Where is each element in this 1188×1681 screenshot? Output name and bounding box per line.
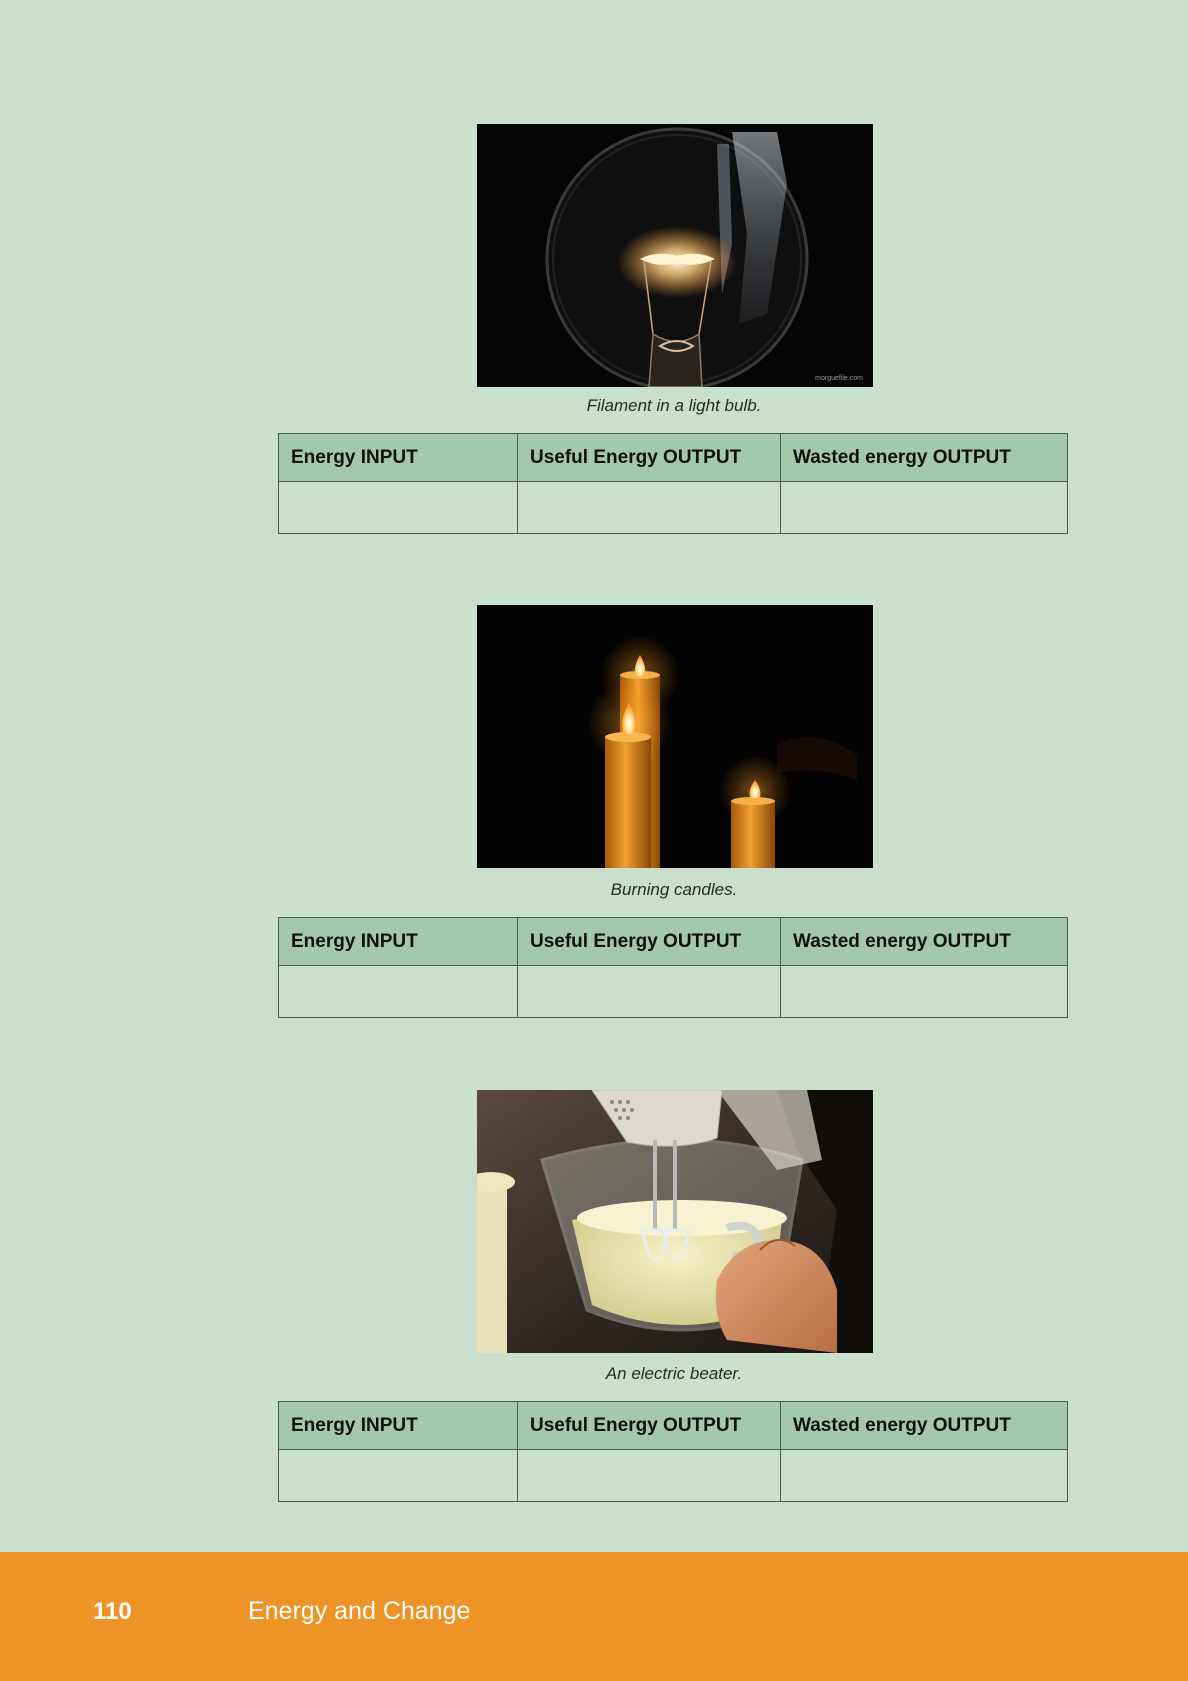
cell-useful-output[interactable]: [517, 1449, 781, 1502]
cell-wasted-output[interactable]: [780, 965, 1068, 1018]
cell-energy-input[interactable]: [278, 481, 518, 534]
table-header-row: Energy INPUT Useful Energy OUTPUT Wasted…: [278, 917, 1068, 966]
header-energy-input: Energy INPUT: [278, 1401, 518, 1450]
cell-energy-input[interactable]: [278, 965, 518, 1018]
table-header-row: Energy INPUT Useful Energy OUTPUT Wasted…: [278, 433, 1068, 482]
table-row: [278, 481, 1068, 534]
header-energy-input: Energy INPUT: [278, 917, 518, 966]
cell-energy-input[interactable]: [278, 1449, 518, 1502]
cell-wasted-output[interactable]: [780, 1449, 1068, 1502]
header-useful-output: Useful Energy OUTPUT: [517, 917, 781, 966]
light-bulb-filament-photo: morguefile.com: [477, 124, 873, 387]
page-footer: 110 Energy and Change: [0, 1552, 1188, 1681]
beater-illustration: [477, 1090, 873, 1353]
header-energy-input: Energy INPUT: [278, 433, 518, 482]
header-wasted-output: Wasted energy OUTPUT: [780, 917, 1068, 966]
image-caption: Burning candles.: [610, 880, 738, 899]
electric-beater-photo: [477, 1090, 873, 1353]
energy-table: Energy INPUT Useful Energy OUTPUT Wasted…: [278, 1401, 1068, 1502]
table-row: [278, 965, 1068, 1018]
light-bulb-illustration: morguefile.com: [477, 124, 873, 387]
cell-useful-output[interactable]: [517, 481, 781, 534]
watermark-text: morguefile.com: [815, 375, 863, 382]
energy-table: Energy INPUT Useful Energy OUTPUT Wasted…: [278, 917, 1068, 1018]
candles-illustration: [477, 605, 873, 868]
energy-table: Energy INPUT Useful Energy OUTPUT Wasted…: [278, 433, 1068, 534]
cell-useful-output[interactable]: [517, 965, 781, 1018]
chapter-title: Energy and Change: [248, 1597, 471, 1625]
table-header-row: Energy INPUT Useful Energy OUTPUT Wasted…: [278, 1401, 1068, 1450]
header-wasted-output: Wasted energy OUTPUT: [780, 433, 1068, 482]
header-useful-output: Useful Energy OUTPUT: [517, 1401, 781, 1450]
page-number: 110: [93, 1598, 132, 1625]
burning-candles-photo: [477, 605, 873, 868]
image-caption: An electric beater.: [605, 1364, 743, 1383]
image-caption: Filament in a light bulb.: [586, 396, 762, 415]
header-useful-output: Useful Energy OUTPUT: [517, 433, 781, 482]
cell-wasted-output[interactable]: [780, 481, 1068, 534]
header-wasted-output: Wasted energy OUTPUT: [780, 1401, 1068, 1450]
table-row: [278, 1449, 1068, 1502]
